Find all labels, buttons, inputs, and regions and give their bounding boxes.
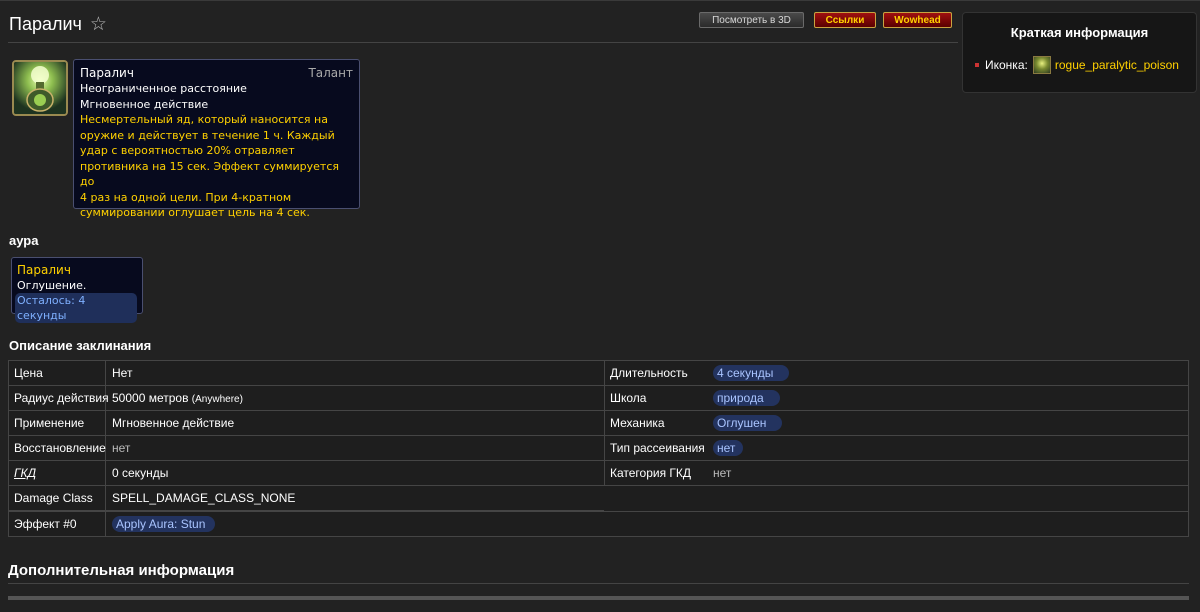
row-value: природа — [707, 389, 780, 406]
extra-info-title: Дополнительная информация — [8, 562, 235, 579]
title-divider — [8, 42, 958, 43]
row-label: Восстановление — [9, 436, 106, 460]
row-value: Мгновенное действие — [112, 415, 235, 430]
quick-info-icon-row: Иконка: rogue_paralytic_poison — [975, 56, 1179, 74]
links-button[interactable]: Ссылки — [814, 12, 876, 28]
school-value: природа — [713, 389, 780, 406]
tooltip-description-line: Несмертельный яд, который наносится на — [80, 113, 328, 126]
table-row: Применение Мгновенное действие — [9, 411, 604, 436]
tooltip-description-line: 4 раз на одной цели. При 4-кратном — [80, 190, 292, 204]
tooltip-spell-type: Талант — [308, 66, 353, 80]
dispel-type-value: нет — [713, 439, 744, 456]
row-label: Школа — [610, 390, 647, 405]
wowhead-button[interactable]: Wowhead — [883, 12, 952, 28]
table-row: Эффект #0 Apply Aura: Stun — [9, 511, 1188, 536]
page-title: Паралич ☆ — [9, 14, 107, 35]
top-border — [0, 0, 1200, 1]
spell-icon — [12, 60, 68, 116]
row-label: Цена — [9, 361, 106, 385]
quick-info-title: Краткая информация — [1010, 25, 1149, 40]
row-value: 50000 метров (Anywhere) — [106, 391, 243, 405]
tooltip-description-line: противника на 15 сек. Эффект суммируется… — [80, 159, 339, 189]
table-row: Тип рассеивания нет — [605, 436, 1188, 461]
aura-remaining: Осталось: 4 секунды — [15, 293, 137, 323]
aura-name: Паралич — [17, 263, 71, 277]
table-row: Радиус действия 50000 метров (Anywhere) — [9, 386, 604, 411]
poison-mini-icon[interactable] — [1032, 56, 1051, 74]
icon-label: Иконка: — [985, 58, 1028, 72]
table-row: Школа природа — [605, 386, 1188, 411]
aura-section-title: аура — [9, 233, 39, 248]
aura-tooltip: Паралич Оглушение. Осталось: 4 секунды — [11, 257, 143, 323]
row-label: Damage Class — [9, 486, 106, 510]
row-value: нет — [707, 439, 744, 456]
table-row: Восстановление нет — [9, 436, 604, 461]
row-label: Применение — [9, 411, 106, 435]
table-row: ГКД 0 секунды — [9, 461, 604, 486]
table-row: Damage Class SPELL_DAMAGE_CLASS_NONE — [9, 486, 604, 511]
row-value: Нет — [112, 365, 133, 380]
table-row: Длительность 4 секунды — [605, 361, 1188, 386]
range-extra: (Anywhere) — [191, 393, 243, 405]
row-value: 4 секунды — [707, 364, 790, 381]
tooltip-description-line: оружие и действует в течение 1 ч. Каждый — [80, 128, 335, 142]
tooltip-spell-name: Паралич — [80, 66, 134, 80]
row-value: Оглушен — [707, 414, 783, 431]
star-icon[interactable]: ☆ — [90, 15, 107, 34]
gcd-label-link[interactable]: ГКД — [9, 461, 106, 485]
row-value: 0 секунды — [112, 465, 169, 480]
row-label: Длительность — [610, 365, 688, 380]
tooltip-description-line: суммировании оглушает цель на 4 сек. — [80, 206, 310, 219]
row-value: SPELL_DAMAGE_CLASS_NONE — [112, 490, 296, 505]
spell-info-title: Описание заклинания — [9, 338, 152, 353]
row-label: Тип рассеивания — [610, 440, 705, 455]
row-value: нет — [112, 440, 131, 455]
spell-info-table: Цена Нет Радиус действия 50000 метров (A… — [8, 360, 1189, 537]
bottom-bar — [8, 596, 1189, 600]
row-label: Радиус действия — [9, 386, 109, 410]
duration-value: 4 секунды — [713, 364, 790, 381]
table-row: Категория ГКД нет — [605, 461, 1188, 486]
icon-name-link[interactable]: rogue_paralytic_poison — [1055, 58, 1179, 72]
effect-value: Apply Aura: Stun — [112, 515, 216, 532]
tooltip-range: Неограниченное расстояние — [80, 82, 247, 95]
bullet-icon — [975, 63, 979, 67]
poison-bottle-icon — [14, 62, 66, 114]
extra-info-divider — [8, 583, 1189, 584]
view-3d-button[interactable]: Посмотреть в 3D — [699, 12, 804, 28]
tooltip-cast-time: Мгновенное действие — [80, 97, 209, 111]
row-label: Категория ГКД — [610, 465, 692, 480]
aura-description: Оглушение. — [17, 279, 87, 292]
table-row: Цена Нет — [9, 361, 604, 386]
range-value: 50000 метров — [112, 390, 189, 405]
row-label: Механика — [610, 415, 665, 430]
row-value: Apply Aura: Stun — [106, 515, 216, 532]
mechanic-value: Оглушен — [713, 414, 783, 431]
page-title-text: Паралич — [9, 14, 82, 34]
quick-info-box: Краткая информация Иконка: rogue_paralyt… — [962, 12, 1197, 93]
tooltip-description-line: удар с вероятностью 20% отравляет — [80, 144, 295, 157]
row-label: Эффект #0 — [9, 512, 106, 536]
table-row: Механика Оглушен — [605, 411, 1188, 436]
spell-tooltip: Паралич Талант Неограниченное расстояние… — [73, 59, 360, 219]
row-value: нет — [713, 465, 732, 480]
